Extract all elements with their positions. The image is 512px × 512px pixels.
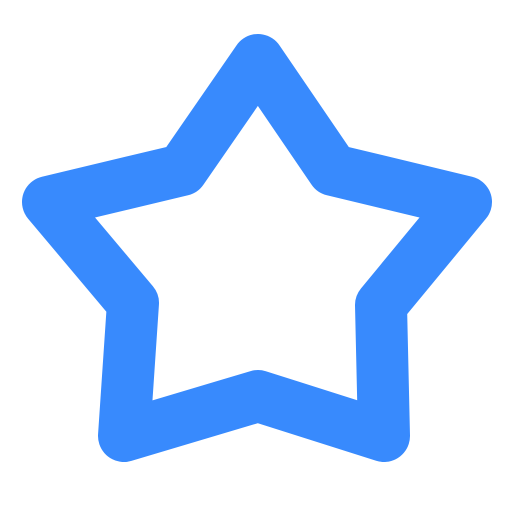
- star-outline-icon: [22, 34, 492, 462]
- icon-canvas: [0, 0, 512, 512]
- star-outline-shape: [22, 34, 492, 462]
